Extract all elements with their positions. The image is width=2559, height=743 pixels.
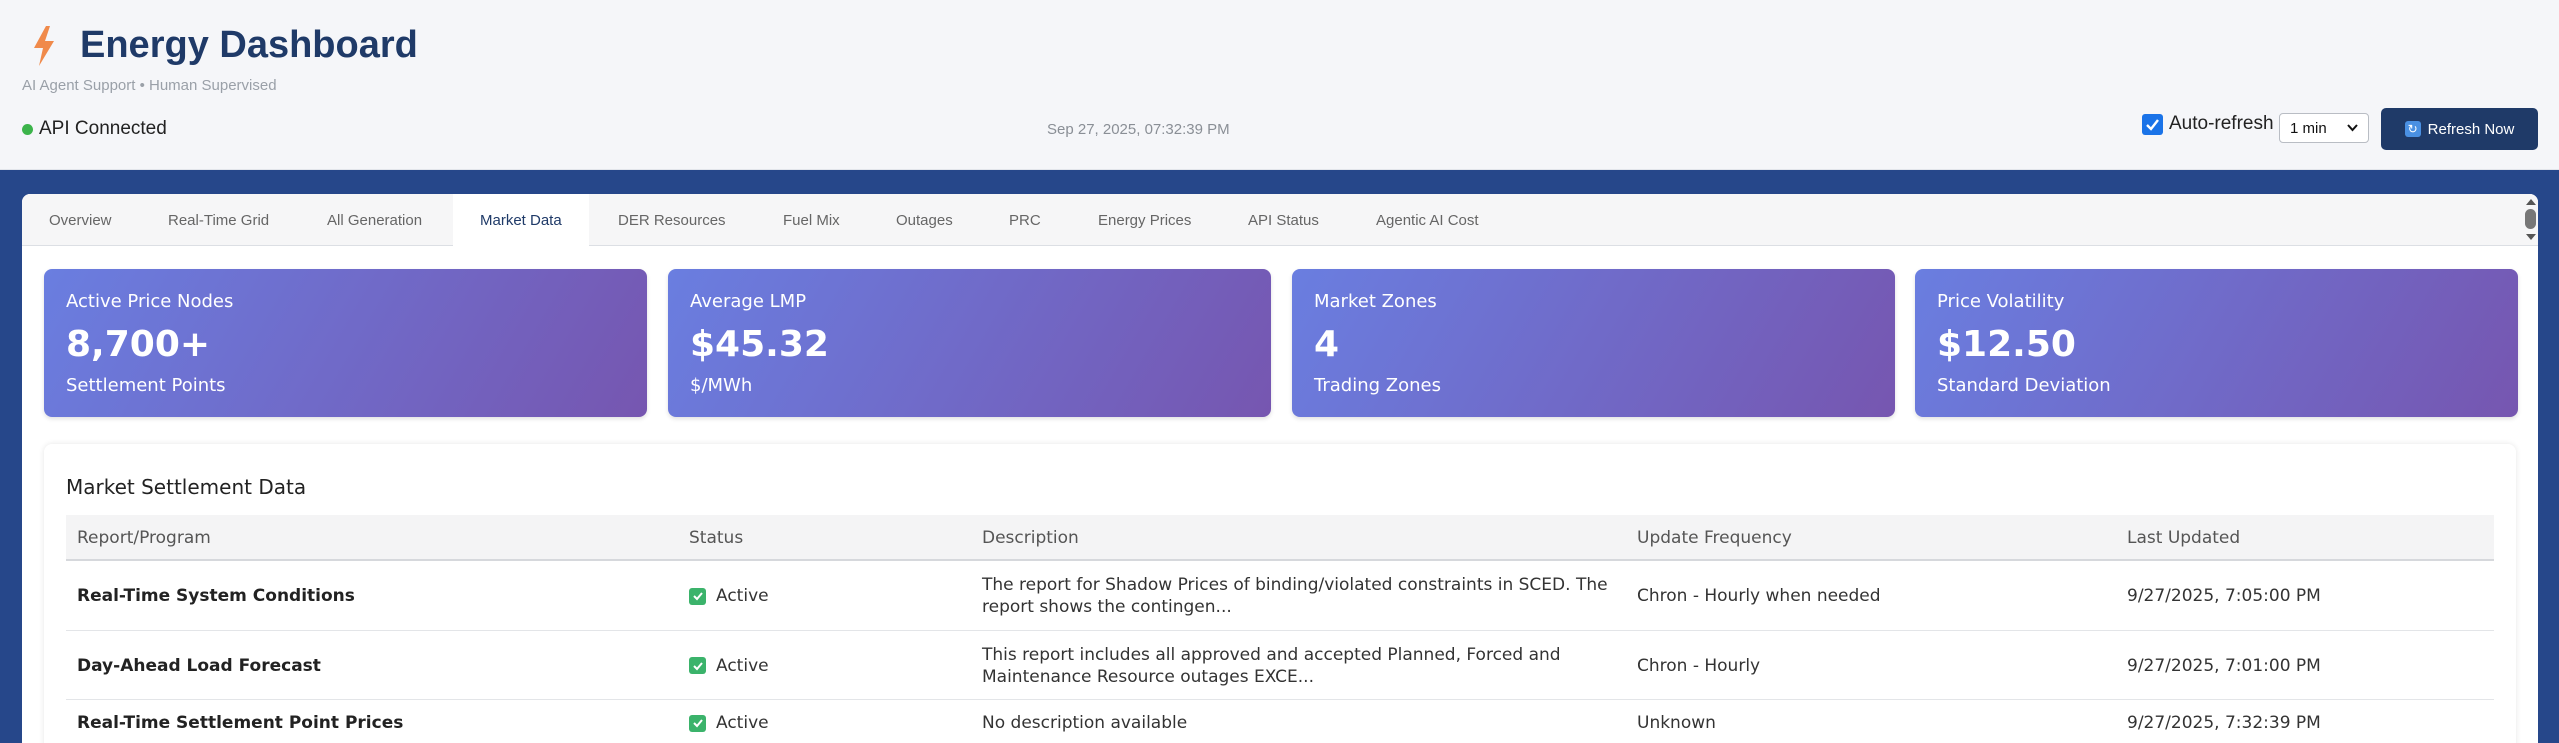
check-icon: [689, 587, 706, 605]
tab-fuel-mix[interactable]: Fuel Mix: [756, 194, 867, 246]
stat-card-active-price-nodes: Active Price Nodes 8,700+ Settlement Poi…: [44, 269, 647, 417]
main-panel: Overview Real-Time Grid All Generation M…: [22, 194, 2538, 743]
stat-card-market-zones: Market Zones 4 Trading Zones: [1292, 269, 1895, 417]
stat-card-value: 4: [1314, 324, 1340, 365]
description-text: This report includes all approved and ac…: [982, 644, 1561, 687]
column-header[interactable]: Last Updated: [2127, 515, 2240, 561]
status-text: Active: [716, 586, 769, 606]
row-status: Active: [689, 631, 769, 700]
row-name: Real-Time System Conditions: [77, 586, 355, 606]
status-dot-icon: [22, 123, 33, 135]
column-header[interactable]: Status: [689, 515, 743, 561]
stat-card-sub: $/MWh: [690, 375, 753, 396]
auto-refresh-toggle[interactable]: Auto-refresh: [2142, 113, 2274, 135]
auto-refresh-checkbox[interactable]: [2142, 113, 2163, 135]
row-frequency: Chron - Hourly when needed: [1637, 586, 1881, 606]
row-last-updated: 9/27/2025, 7:01:00 PM: [2127, 655, 2321, 676]
status-text: Active: [716, 655, 769, 676]
refresh-interval-select[interactable]: 1 min: [2279, 113, 2369, 143]
column-header[interactable]: Report/Program: [77, 515, 211, 561]
row-name: Real-Time Settlement Point Prices: [77, 713, 404, 733]
refresh-now-button[interactable]: ↻ Refresh Now: [2381, 108, 2538, 150]
row-description: This report includes all approved and ac…: [982, 631, 1622, 700]
tab-bar: Overview Real-Time Grid All Generation M…: [22, 194, 2538, 247]
row-status: Active: [689, 561, 769, 631]
tab-agentic-ai-cost[interactable]: Agentic AI Cost: [1349, 194, 1506, 246]
table-row[interactable]: Real-Time Settlement Point Prices Active…: [66, 700, 2494, 743]
check-icon: [689, 657, 706, 674]
stat-card-sub: Standard Deviation: [1937, 375, 2111, 396]
auto-refresh-label: Auto-refresh: [2169, 113, 2274, 134]
row-frequency: Chron - Hourly: [1637, 655, 1761, 676]
table-header: Report/Program Status Description Update…: [66, 515, 2494, 561]
row-last-updated: 9/27/2025, 7:05:00 PM: [2127, 586, 2321, 606]
page-subtitle: AI Agent Support • Human Supervised: [22, 77, 277, 94]
table-row[interactable]: Day-Ahead Load Forecast Active This repo…: [66, 631, 2494, 700]
tab-der-resources[interactable]: DER Resources: [591, 194, 753, 246]
row-status: Active: [689, 700, 769, 743]
stat-card-label: Market Zones: [1314, 291, 1437, 312]
tab-outages[interactable]: Outages: [869, 194, 980, 246]
checkmark-icon: [2146, 118, 2159, 131]
stat-card-sub: Trading Zones: [1314, 375, 1441, 396]
stat-card-label: Average LMP: [690, 291, 807, 312]
lightning-bolt-icon: [34, 26, 54, 66]
row-frequency: Unknown: [1637, 713, 1716, 733]
current-timestamp: Sep 27, 2025, 07:32:39 PM: [1047, 121, 1230, 138]
tab-api-status[interactable]: API Status: [1221, 194, 1346, 246]
stat-card-average-lmp: Average LMP $45.32 $/MWh: [668, 269, 1271, 417]
refresh-now-label: Refresh Now: [2427, 120, 2515, 138]
check-icon: [689, 714, 706, 732]
stat-card-label: Active Price Nodes: [66, 291, 234, 312]
stat-card-value: 8,700+: [66, 324, 211, 365]
row-last-updated: 9/27/2025, 7:32:39 PM: [2127, 713, 2321, 733]
description-text: The report for Shadow Prices of binding/…: [982, 575, 1608, 617]
tab-energy-prices[interactable]: Energy Prices: [1071, 194, 1218, 246]
stat-card-price-volatility: Price Volatility $12.50 Standard Deviati…: [1915, 269, 2518, 417]
tab-prc[interactable]: PRC: [982, 194, 1068, 246]
row-description: No description available: [982, 713, 1188, 733]
market-settlement-section: Market Settlement Data Report/Program St…: [44, 444, 2516, 743]
row-description: The report for Shadow Prices of binding/…: [982, 561, 1622, 631]
section-title: Market Settlement Data: [66, 475, 307, 499]
status-text: Active: [716, 713, 769, 733]
api-status: API Connected: [22, 118, 167, 140]
row-name: Day-Ahead Load Forecast: [77, 655, 321, 676]
api-status-label: API Connected: [39, 118, 167, 139]
scroll-down-arrow-icon[interactable]: [2526, 234, 2536, 240]
page-title: Energy Dashboard: [80, 24, 418, 66]
settlement-table: Report/Program Status Description Update…: [66, 515, 2494, 743]
stat-card-sub: Settlement Points: [66, 375, 226, 396]
stat-card-label: Price Volatility: [1937, 291, 2065, 312]
tab-real-time-grid[interactable]: Real-Time Grid: [141, 194, 296, 246]
column-header[interactable]: Update Frequency: [1637, 515, 1792, 561]
table-row[interactable]: Real-Time System Conditions Active The r…: [66, 561, 2494, 631]
refresh-icon: ↻: [2404, 121, 2421, 137]
column-header[interactable]: Description: [982, 515, 1079, 561]
stat-card-value: $45.32: [690, 324, 829, 365]
scroll-up-arrow-icon[interactable]: [2526, 199, 2536, 205]
chevron-down-icon: [2347, 124, 2358, 132]
tab-market-data[interactable]: Market Data: [453, 194, 589, 247]
stat-card-value: $12.50: [1937, 324, 2076, 365]
refresh-interval-value: 1 min: [2290, 119, 2327, 137]
header: Energy Dashboard AI Agent Support • Huma…: [0, 0, 2559, 170]
scrollbar-thumb[interactable]: [2525, 209, 2536, 229]
tab-all-generation[interactable]: All Generation: [300, 194, 449, 246]
tab-overview[interactable]: Overview: [22, 194, 139, 246]
